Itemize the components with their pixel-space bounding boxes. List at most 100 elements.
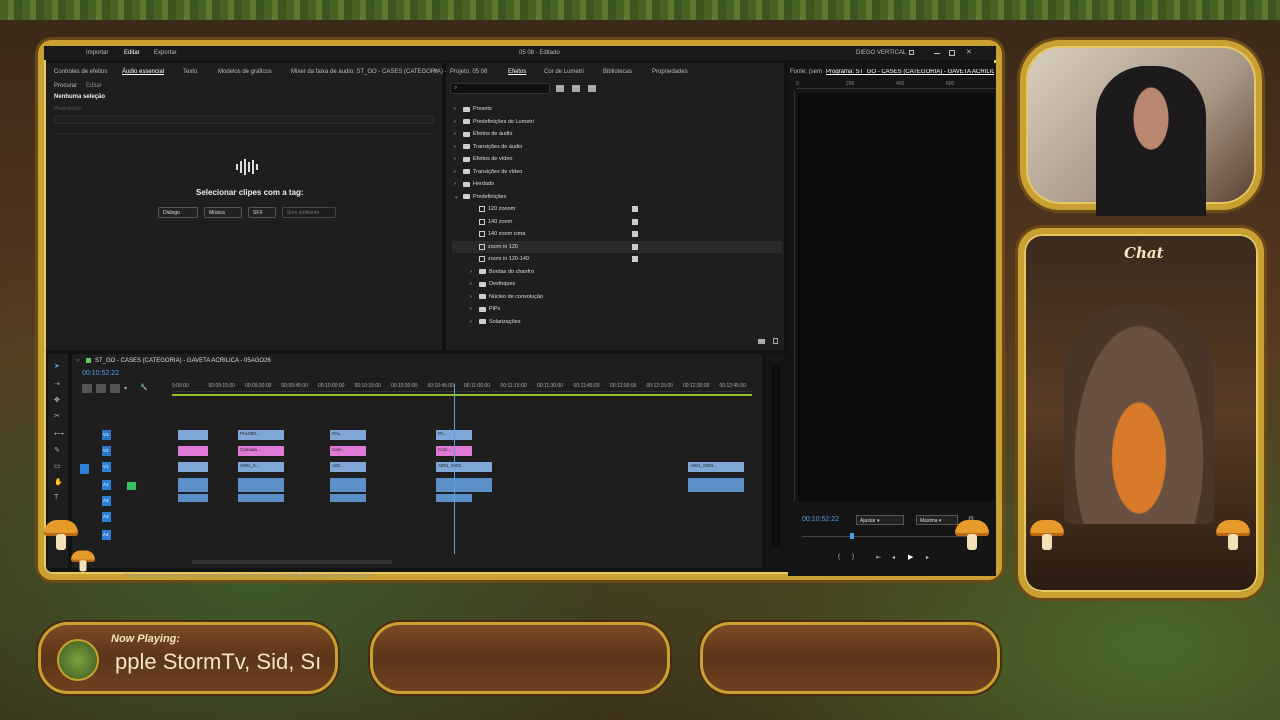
slip-tool-icon[interactable]: ⟷ — [54, 430, 64, 438]
add-marker-icon[interactable]: ▾ — [124, 385, 127, 392]
clip-v1[interactable]: A001_0003... — [688, 462, 744, 472]
quality-dropdown[interactable]: Máxima ▾ — [916, 515, 958, 525]
clip-v3[interactable] — [178, 430, 208, 440]
effects-tree-item[interactable]: › Núcleo de convolução — [452, 291, 543, 303]
fit-dropdown[interactable]: Ajustar ▾ — [856, 515, 904, 525]
clip-v2[interactable] — [178, 446, 208, 456]
clip-v3[interactable]: PALMEI... — [238, 430, 284, 440]
tab-effect-controls[interactable]: Controles de efeitos — [54, 69, 107, 75]
subtab-edit[interactable]: Editar — [86, 83, 102, 89]
tag-dialogue-button[interactable]: Diálogo — [158, 207, 198, 218]
clip-v2[interactable]: Camada... — [238, 446, 284, 456]
mark-out-icon[interactable]: } — [852, 554, 854, 560]
timeline-ruler[interactable]: 9:00:00 00:09:15:00 00:09:30:00 00:09:45:00… — [172, 382, 752, 392]
effects-tree-item[interactable]: › Herdado — [452, 178, 494, 190]
track-area[interactable]: PALMEI... PAL... PA... Camada... Cam... … — [172, 384, 744, 554]
effects-tree-item[interactable]: › Transições de áudio — [452, 141, 522, 153]
preset-dropdown[interactable] — [54, 115, 434, 124]
window-icon[interactable] — [909, 50, 914, 55]
subtab-browse[interactable]: Procurar — [54, 83, 77, 89]
v1-source-patch[interactable] — [80, 464, 89, 474]
tag-ambience-button[interactable]: Som ambiente — [282, 207, 336, 218]
selection-tool-icon[interactable]: ➤ — [54, 362, 60, 370]
clip-v1[interactable]: A001_0... — [238, 462, 284, 472]
chevron-right-icon[interactable]: › — [470, 319, 476, 325]
clip-v3[interactable]: PAL... — [330, 430, 366, 440]
tab-program-monitor[interactable]: Programa: ST_GO - CASES (CATEGORIA) - GA… — [826, 69, 994, 75]
snap-icon[interactable] — [96, 384, 106, 393]
razor-tool-icon[interactable]: ✂ — [54, 412, 60, 420]
minimize-icon[interactable] — [934, 53, 940, 54]
chevron-right-icon[interactable]: › — [454, 169, 460, 175]
tab-essential-sound[interactable]: Áudio essencial — [122, 69, 164, 75]
tab-properties[interactable]: Propriedades — [652, 69, 688, 75]
go-to-in-icon[interactable]: ⇤ — [876, 554, 881, 561]
close-icon[interactable]: ✕ — [966, 48, 972, 56]
clip-a1[interactable] — [330, 478, 366, 492]
tab-graphics-templates[interactable]: Modelos de gráficos — [218, 69, 272, 75]
clip-v2[interactable]: Cam... — [330, 446, 366, 456]
playback-scrubber[interactable] — [802, 533, 977, 541]
menu-import[interactable]: Importar — [86, 50, 108, 56]
effects-tree-item[interactable]: › Bordas do chanfro — [452, 266, 534, 278]
play-icon[interactable]: ▶ — [908, 553, 913, 561]
chevron-right-icon[interactable]: › — [470, 281, 476, 287]
32bit-effects-icon[interactable] — [572, 85, 580, 92]
chevron-down-icon[interactable]: ⌄ — [454, 194, 460, 200]
effects-tree-item[interactable]: › Predefinições de Lumetri — [452, 116, 534, 128]
chevron-right-icon[interactable]: › — [454, 144, 460, 150]
tab-lumetri-color[interactable]: Cor de Lumetri — [544, 69, 584, 75]
chevron-right-icon[interactable]: › — [470, 306, 476, 312]
clip-v1[interactable] — [178, 462, 208, 472]
menu-export[interactable]: Exportar — [154, 50, 177, 56]
track-select-tool-icon[interactable]: ⇢ — [54, 380, 60, 388]
effects-tree-item[interactable]: zoom in 120 — [452, 240, 782, 253]
effects-tree-item[interactable]: › Presets — [452, 103, 492, 115]
clip-a1[interactable] — [688, 478, 744, 492]
effects-tree-item[interactable]: › PiPs — [452, 303, 500, 315]
sequence-tab[interactable]: ST_GO - CASES (CATEGORIA) - GAVETA ACRIL… — [95, 358, 271, 364]
tab-effects[interactable]: Efeitos — [508, 69, 526, 75]
linked-selection-icon[interactable] — [110, 384, 120, 393]
mark-in-icon[interactable]: { — [838, 554, 840, 560]
clip-a1[interactable] — [178, 478, 208, 492]
step-forward-icon[interactable]: ▸ — [926, 554, 929, 561]
rectangle-tool-icon[interactable]: ▭ — [54, 462, 61, 470]
accelerated-effects-icon[interactable] — [556, 85, 564, 92]
chevron-right-icon[interactable]: › — [470, 269, 476, 275]
menu-edit[interactable]: Editar — [124, 50, 140, 56]
horizontal-scrollbar[interactable] — [192, 560, 392, 564]
sequence-close-icon[interactable]: ✕ — [76, 358, 80, 364]
timeline-timecode[interactable]: 00:10:52:22 — [82, 370, 119, 377]
clip-a1[interactable] — [436, 478, 492, 492]
effects-tree-item[interactable]: 140 zoom — [452, 216, 638, 228]
yuv-effects-icon[interactable] — [588, 85, 596, 92]
tab-libraries[interactable]: Bibliotecas — [603, 69, 632, 75]
type-tool-icon[interactable]: T — [54, 494, 58, 501]
tag-music-button[interactable]: Música — [204, 207, 242, 218]
effects-tree-item[interactable]: › Efeitos de vídeo — [452, 153, 512, 165]
effects-tree-item[interactable]: › Desfoques — [452, 278, 515, 290]
clip-a2[interactable] — [178, 494, 208, 502]
effects-tree-item[interactable]: › Transições de vídeo — [452, 166, 522, 178]
chevron-right-icon[interactable]: › — [470, 294, 476, 300]
timeline-settings-icon[interactable]: 🔧 — [140, 384, 147, 391]
effects-tree-item[interactable]: › Solarizações — [452, 316, 521, 328]
effects-tree-item[interactable]: ⌄ Predefinições — [452, 191, 506, 203]
tab-source-monitor[interactable]: Fonte: (sem — [790, 69, 822, 75]
delete-icon[interactable] — [773, 338, 778, 344]
step-back-icon[interactable]: ◂ — [892, 554, 895, 561]
clip-a2[interactable] — [330, 494, 366, 502]
tag-sfx-button[interactable]: SFX — [248, 207, 276, 218]
workspace-name[interactable]: DIEGO VERTICAL — [856, 50, 906, 56]
clip-v1[interactable]: A00... — [330, 462, 366, 472]
chevron-right-icon[interactable]: › — [454, 131, 460, 137]
panel-overflow-icon[interactable]: » — [434, 68, 437, 74]
maximize-icon[interactable] — [949, 50, 955, 56]
chevron-right-icon[interactable]: › — [454, 156, 460, 162]
new-folder-icon[interactable] — [758, 339, 765, 344]
hand-tool-icon[interactable]: ✋ — [54, 478, 63, 486]
effects-tree-item[interactable]: zoom in 120-140 — [452, 253, 638, 265]
ripple-edit-tool-icon[interactable]: ✥ — [54, 396, 60, 404]
chevron-right-icon[interactable]: › — [454, 181, 460, 187]
